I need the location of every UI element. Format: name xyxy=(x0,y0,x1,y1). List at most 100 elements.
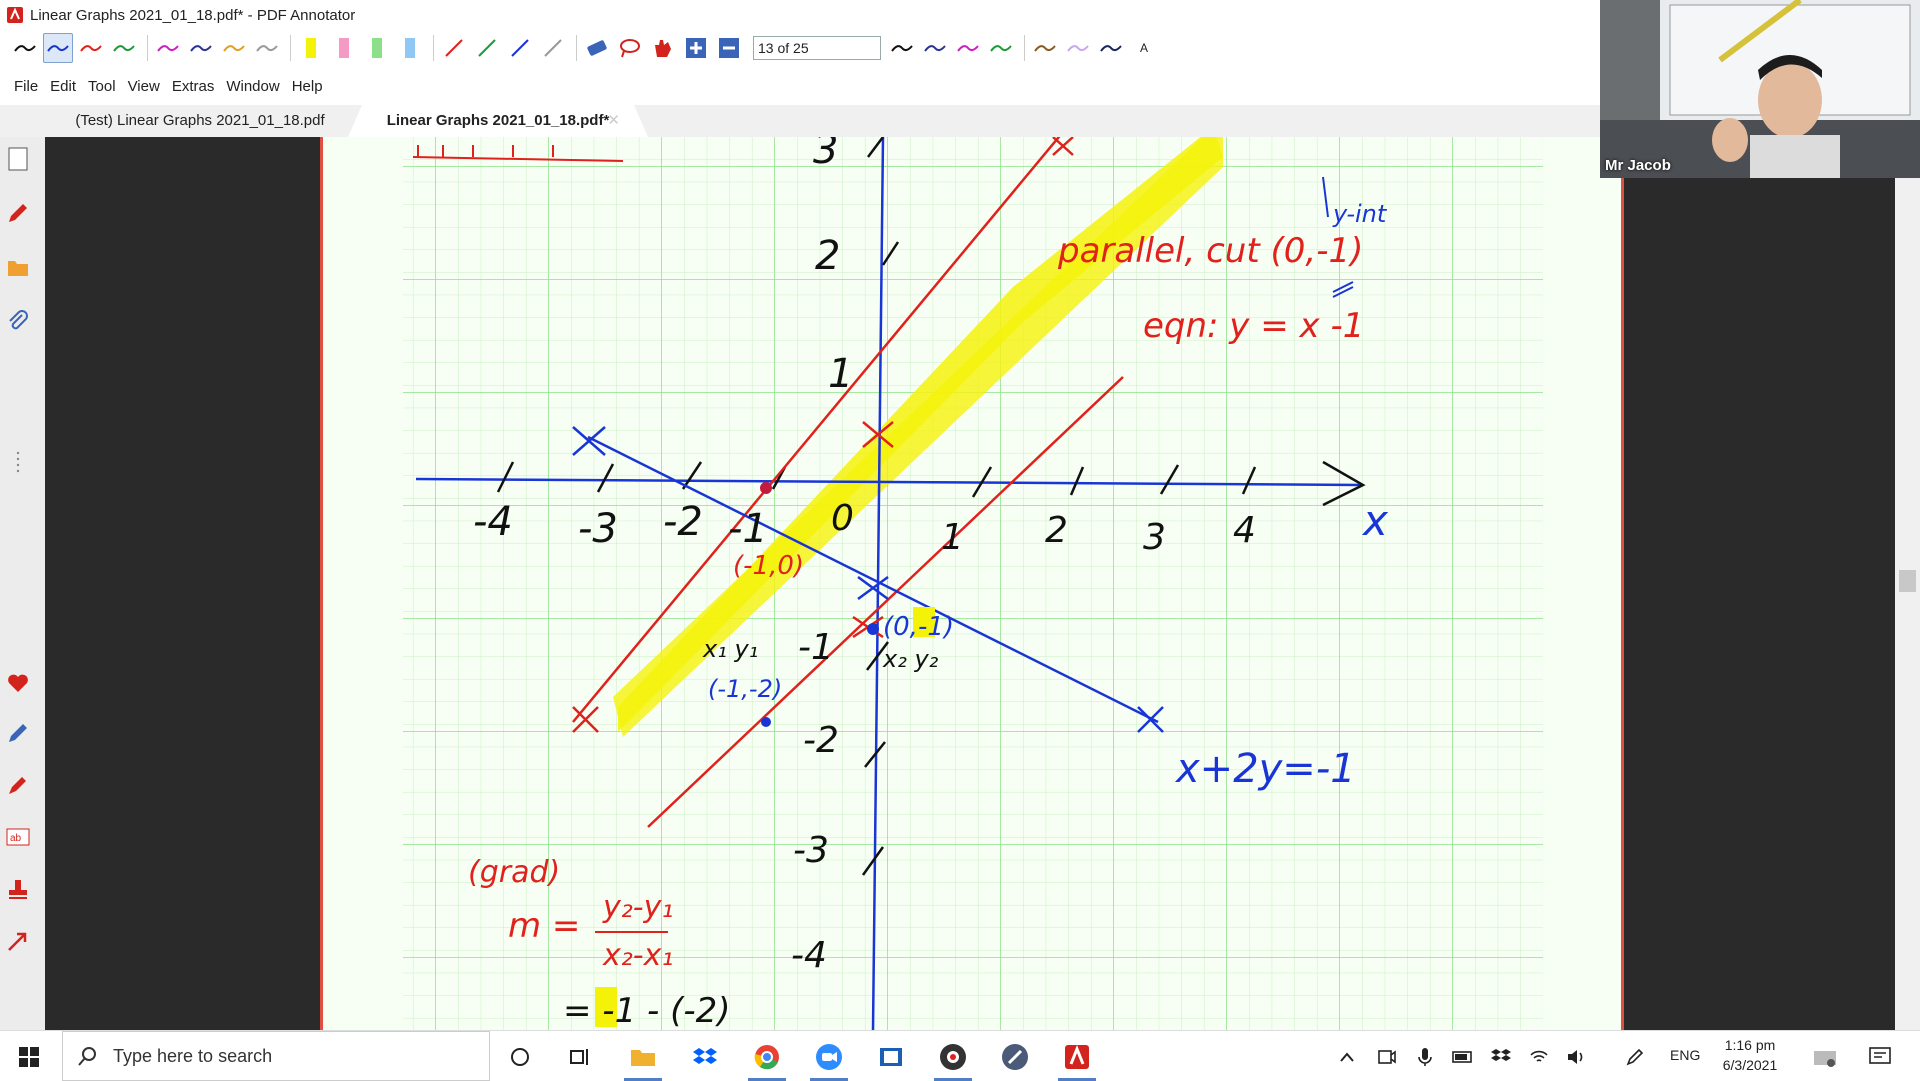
highlighter-green-icon[interactable] xyxy=(362,33,392,63)
pen-preset-brown-icon[interactable] xyxy=(1030,33,1060,63)
x-tick-label-4: 4 xyxy=(1233,510,1256,551)
panel-grip-icon[interactable] xyxy=(4,447,32,475)
pen-preset-lavender-icon[interactable] xyxy=(1063,33,1093,63)
pen-blue-icon[interactable] xyxy=(43,33,73,63)
pen-magenta-icon[interactable] xyxy=(153,33,183,63)
page-number-field[interactable]: 13 of 25 xyxy=(753,36,881,60)
grid-major xyxy=(403,137,1543,1030)
menu-file[interactable]: File xyxy=(8,78,44,95)
line-red-icon[interactable] xyxy=(439,33,469,63)
pen-black-icon[interactable] xyxy=(10,33,40,63)
y-tick-label-neg2: -2 xyxy=(803,720,839,761)
tab-test-linear-graphs[interactable]: (Test) Linear Graphs 2021_01_18.pdf xyxy=(40,105,360,137)
highlighter-pink-icon[interactable] xyxy=(329,33,359,63)
pen-preset-magenta-icon[interactable] xyxy=(953,33,983,63)
label-x2-y2: x₂ y₂ xyxy=(882,645,939,673)
pdf-annotator-app-icon xyxy=(7,7,23,23)
pen-preset-darkblue-icon[interactable] xyxy=(1096,33,1126,63)
tray-meet-icon[interactable] xyxy=(1805,1037,1845,1077)
tray-microphone-icon[interactable] xyxy=(1410,1037,1440,1077)
toolbar: 13 of 25 A xyxy=(0,30,1600,66)
label-x1-y1: x₁ y₁ xyxy=(702,635,758,663)
whiteboard-app-icon[interactable] xyxy=(868,1037,914,1077)
text-box-icon[interactable]: ab xyxy=(4,823,32,851)
tray-pen-icon[interactable] xyxy=(1620,1037,1650,1077)
pen-green-icon[interactable] xyxy=(109,33,139,63)
formula-substitution: = -1 - (-2) xyxy=(563,991,731,1030)
pen-preset-black-icon[interactable] xyxy=(887,33,917,63)
file-explorer-icon[interactable] xyxy=(620,1037,666,1081)
pen-gray-icon[interactable] xyxy=(252,33,282,63)
menu-bar: File Edit Tool View Extras Window Help xyxy=(0,72,1600,100)
cortana-icon[interactable] xyxy=(497,1037,543,1077)
windows-start-icon[interactable] xyxy=(6,1037,52,1077)
chrome-icon[interactable] xyxy=(744,1037,790,1081)
tray-dropbox-icon[interactable] xyxy=(1486,1037,1516,1077)
tray-language[interactable]: ENG xyxy=(1670,1047,1700,1063)
pen-preset-navy-icon[interactable] xyxy=(920,33,950,63)
screen-recorder-icon[interactable] xyxy=(930,1037,976,1081)
highlighter-yellow-icon[interactable] xyxy=(296,33,326,63)
tab-close-icon[interactable]: ✕ xyxy=(607,105,620,137)
search-placeholder: Type here to search xyxy=(113,1045,273,1066)
line-blue-icon[interactable] xyxy=(505,33,535,63)
hand-icon[interactable] xyxy=(648,33,678,63)
tray-battery-icon[interactable] xyxy=(1448,1037,1478,1077)
menu-view[interactable]: View xyxy=(122,78,166,95)
pencil-icon[interactable] xyxy=(4,199,32,227)
favorites-heart-icon[interactable] xyxy=(4,669,32,697)
tray-camera-icon[interactable] xyxy=(1372,1037,1402,1077)
folder-icon[interactable] xyxy=(4,253,32,281)
origin-label: 0 xyxy=(831,498,854,539)
taskbar-search-box[interactable]: Type here to search xyxy=(62,1031,490,1081)
pen-app-icon[interactable] xyxy=(992,1037,1038,1077)
pdf-page[interactable]: -4 -3 -2 -1 0 1 2 3 4 x 3 2 1 -1 -2 -3 -… xyxy=(320,137,1624,1030)
pen-red-icon[interactable] xyxy=(76,33,106,63)
tray-clock[interactable]: 1:16 pm 6/3/2021 xyxy=(1700,1035,1800,1075)
tray-volume-icon[interactable] xyxy=(1562,1037,1592,1077)
pen-tool-icon[interactable] xyxy=(4,719,32,747)
pdf-annotator-taskbar-icon[interactable] xyxy=(1054,1037,1100,1081)
task-view-icon[interactable] xyxy=(556,1037,602,1077)
stamp-icon[interactable] xyxy=(4,875,32,903)
line-green-icon[interactable] xyxy=(472,33,502,63)
pen-preset-green-icon[interactable] xyxy=(986,33,1016,63)
highlighter-blue-icon[interactable] xyxy=(395,33,425,63)
menu-help[interactable]: Help xyxy=(286,78,329,95)
zoom-in-button[interactable] xyxy=(681,33,711,63)
tray-chevron-up-icon[interactable] xyxy=(1332,1037,1362,1077)
pen-orange-icon[interactable] xyxy=(219,33,249,63)
page-thumbnail-icon[interactable] xyxy=(4,145,32,173)
tab-linear-graphs[interactable]: Linear Graphs 2021_01_18.pdf* ✕ xyxy=(348,105,648,137)
toolbar-separator xyxy=(1024,35,1025,61)
note-parallel-cut: parallel, cut (0,-1) xyxy=(1057,231,1363,271)
search-icon xyxy=(78,1047,96,1066)
text-tool-button[interactable]: A xyxy=(1129,33,1159,63)
menu-window[interactable]: Window xyxy=(220,78,285,95)
formula-numerator: y₂-y₁ xyxy=(602,890,673,925)
notifications-icon[interactable] xyxy=(1860,1037,1900,1077)
paperclip-icon[interactable] xyxy=(4,307,32,335)
point-label-minus1-0: (-1,0) xyxy=(733,551,804,581)
tray-date-text: 6/3/2021 xyxy=(1722,1057,1778,1073)
text-tool-label: A xyxy=(1139,41,1148,55)
x-axis-label: x xyxy=(1361,496,1389,545)
dropbox-icon[interactable] xyxy=(682,1037,728,1077)
line-gray-icon[interactable] xyxy=(538,33,568,63)
scrollbar-thumb[interactable] xyxy=(1899,570,1916,592)
arrow-tool-icon[interactable] xyxy=(4,927,32,955)
equation-blue-line: x+2y=-1 xyxy=(1174,746,1356,792)
pen-navy-icon[interactable] xyxy=(186,33,216,63)
menu-edit[interactable]: Edit xyxy=(44,78,82,95)
label-m-equals: m = xyxy=(508,906,580,946)
zoom-out-button[interactable] xyxy=(714,33,744,63)
toolbar-separator xyxy=(576,35,577,61)
marker-icon[interactable] xyxy=(4,771,32,799)
x-tick-label-2: 2 xyxy=(1045,510,1068,551)
zoom-icon[interactable] xyxy=(806,1037,852,1081)
eraser-icon[interactable] xyxy=(582,33,612,63)
menu-tool[interactable]: Tool xyxy=(82,78,122,95)
tray-wifi-icon[interactable] xyxy=(1524,1037,1554,1077)
menu-extras[interactable]: Extras xyxy=(166,78,221,95)
lasso-icon[interactable] xyxy=(615,33,645,63)
